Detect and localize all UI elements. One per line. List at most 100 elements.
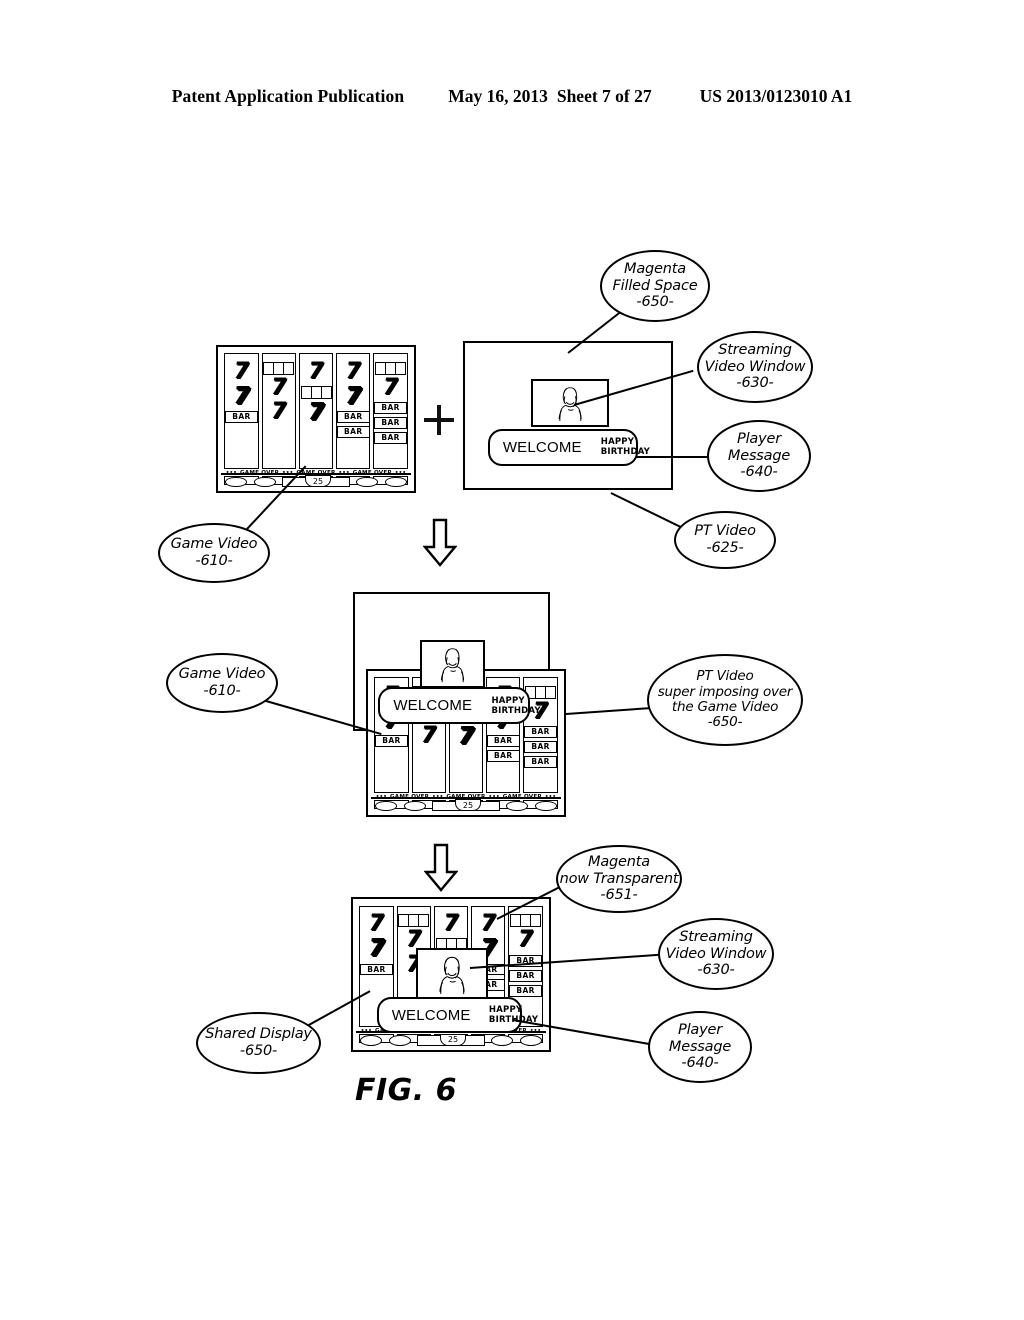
player-message-bar-bottom: WELCOME HAPPY BIRTHDAY <box>377 997 538 1033</box>
reel: 77 <box>261 353 296 469</box>
callout-line: Player <box>678 1022 722 1039</box>
person-figure-icon <box>558 387 582 422</box>
callout-line: now Transparent <box>559 870 679 887</box>
round-button[interactable] <box>388 1034 411 1046</box>
callout-player-message-top: Player Message -640- <box>707 420 811 492</box>
message-greeting: HAPPY BIRTHDAY <box>491 695 541 716</box>
triple-box-symbol <box>510 914 542 928</box>
message-welcome: WELCOME <box>391 1006 471 1024</box>
callout-line: Magenta <box>624 261 686 278</box>
round-button[interactable] <box>253 476 276 488</box>
person-figure-icon <box>440 648 465 683</box>
bar-symbol: BAR <box>374 402 407 414</box>
game-video-slot-machine-top: 7 7 BAR 7 7 7 7 7 7 BAR BAR 7 BAR BAR BAR ••• GAME OVER… <box>216 345 416 493</box>
round-button[interactable] <box>225 476 248 488</box>
bar-symbol: BAR <box>487 734 520 747</box>
person-figure-icon <box>439 956 465 994</box>
seven-symbol: 7 <box>517 927 534 953</box>
round-button[interactable] <box>375 800 398 812</box>
seven-symbol: 7 <box>233 382 250 409</box>
round-button[interactable] <box>491 1034 514 1046</box>
seven-symbol: 7 <box>458 723 475 750</box>
credit-meter: 25 <box>455 799 481 811</box>
bar-symbol: BAR <box>375 734 408 747</box>
callout-line: Video Window <box>665 945 767 962</box>
bar-symbol: BAR <box>509 985 542 997</box>
player-message-bar-top: WELCOME HAPPY BIRTHDAY <box>487 429 650 466</box>
plus-operator-icon <box>424 405 454 435</box>
callout-line: PT Video <box>696 668 754 685</box>
callout-game-video-610-top: Game Video -610- <box>158 523 270 583</box>
player-message-bar-mid: WELCOME HAPPY BIRTHDAY <box>378 687 541 724</box>
callout-line: super imposing over <box>657 683 793 700</box>
callout-line: Game Video <box>178 666 266 683</box>
callout-streaming-video-window-bottom: Streaming Video Window -630- <box>658 918 774 990</box>
callout-line: -625- <box>706 540 744 556</box>
seven-symbol: 7 <box>308 358 324 384</box>
round-button[interactable] <box>360 1034 383 1046</box>
callout-line: -650- <box>636 294 674 311</box>
round-button[interactable] <box>356 476 379 488</box>
callout-player-message-bottom: Player Message -640- <box>648 1011 752 1083</box>
round-button[interactable] <box>384 476 407 488</box>
bar-symbol: BAR <box>360 963 393 976</box>
seven-symbol: 7 <box>443 911 459 937</box>
callout-line: Streaming <box>679 929 753 946</box>
seven-symbol: 7 <box>421 723 437 749</box>
bar-symbol: BAR <box>524 741 557 753</box>
seven-symbol: 7 <box>308 399 325 426</box>
round-button[interactable] <box>506 800 529 812</box>
reel: 77 <box>298 353 334 469</box>
seven-symbol: 7 <box>271 374 287 400</box>
message-welcome: WELCOME <box>502 438 582 456</box>
bar-symbol: BAR <box>374 417 407 429</box>
round-button[interactable] <box>403 800 426 812</box>
streaming-video-window-bottom <box>416 948 488 1000</box>
callout-line: -650- <box>239 1043 278 1059</box>
callout-line: -640- <box>740 464 778 481</box>
streaming-video-window-top <box>530 379 610 428</box>
bar-symbol: BAR <box>337 410 370 423</box>
triple-box-symbol <box>375 361 407 375</box>
bar-symbol: BAR <box>487 749 520 762</box>
seven-symbol: 7 <box>345 382 362 409</box>
callout-line: Game Video <box>170 536 258 553</box>
bar-symbol: BAR <box>509 969 542 982</box>
round-button[interactable] <box>534 800 557 812</box>
callout-line: -610- <box>195 553 233 569</box>
credit-meter: 25 <box>305 475 331 487</box>
credit-meter: 25 <box>440 1033 466 1046</box>
callout-line: the Game Video <box>671 699 779 715</box>
reel-area: 77BAR777777BARBAR7BARBARBAR <box>224 353 408 469</box>
callout-line: Video Window <box>704 358 806 375</box>
seven-symbol: 7 <box>271 399 287 425</box>
figure-label: FIG. 6 <box>355 1073 457 1108</box>
figure-6: 7 7 BAR 7 7 7 7 7 7 BAR BAR 7 BAR BAR BAR ••• GAME OVER… <box>0 0 1024 1320</box>
callout-shared-display-650: Shared Display -650- <box>196 1012 321 1074</box>
callout-line: Streaming <box>718 342 792 359</box>
seven-symbol: 7 <box>480 911 496 937</box>
callout-line: Shared Display <box>205 1026 312 1043</box>
reel: 77BARBAR <box>336 353 371 469</box>
round-button[interactable] <box>519 1034 542 1046</box>
arrow-down-icon-2 <box>424 843 458 893</box>
message-welcome: WELCOME <box>393 697 473 714</box>
callout-line: -650- <box>707 714 743 731</box>
callout-pt-video-625: PT Video -625- <box>674 511 776 569</box>
reel: 77BAR <box>224 353 259 469</box>
reel: 7 BAR BAR BAR <box>373 353 408 469</box>
callout-line: Player <box>737 431 781 448</box>
callout-line: -610- <box>203 683 241 699</box>
bar-symbol: BAR <box>337 425 370 438</box>
bar-symbol: BAR <box>225 410 258 423</box>
seven-symbol: 7 <box>382 374 399 400</box>
seven-symbol: 7 <box>368 935 385 962</box>
triple-box-symbol <box>398 914 430 928</box>
message-greeting: HAPPY BIRTHDAY <box>600 437 651 458</box>
callout-line: -630- <box>736 375 774 392</box>
callout-line: Magenta <box>588 854 650 871</box>
callout-streaming-video-window-top: Streaming Video Window -630- <box>697 331 813 403</box>
bar-symbol: BAR <box>524 756 557 768</box>
bar-symbol: BAR <box>524 726 557 738</box>
pt-video-window: WELCOME HAPPY BIRTHDAY <box>463 341 673 490</box>
